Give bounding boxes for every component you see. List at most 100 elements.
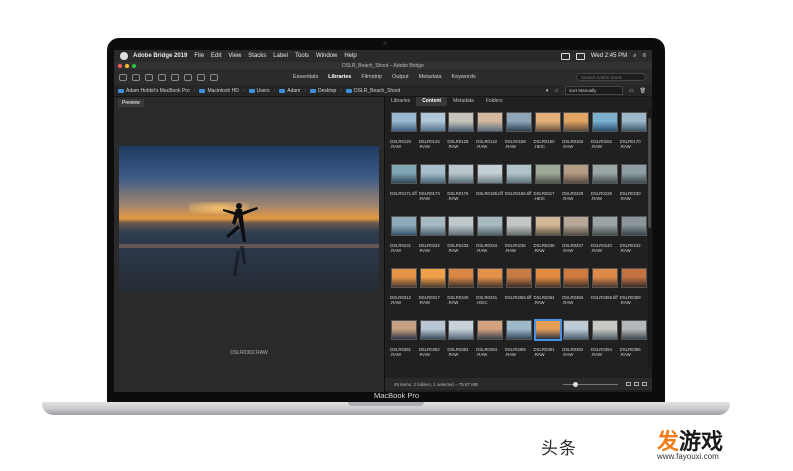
delete-icon[interactable]: 🗑	[640, 88, 646, 94]
apple-logo-icon[interactable]	[120, 52, 128, 60]
spotlight-search-icon[interactable]: ⌕	[633, 53, 636, 60]
thumbnail-item[interactable]: DSLR0396 .RAW	[619, 318, 649, 368]
tab-libraries-panel[interactable]: Libraries	[385, 97, 416, 106]
sort-dropdown[interactable]: Sort Manually	[564, 86, 623, 95]
menu-tools[interactable]: Tools	[295, 53, 309, 59]
thumbnail-item[interactable]: DSLR0233 .RAW	[446, 214, 476, 264]
tab-folders-panel[interactable]: Folders	[480, 97, 509, 106]
thumbnail-item[interactable]: DSLR0176 .RAW	[446, 162, 476, 212]
control-menu-icon[interactable]: ≡	[642, 53, 646, 59]
thumbnail-item[interactable]: DSLR0170 .RAW	[619, 110, 649, 160]
tab-keywords[interactable]: Keywords	[447, 72, 481, 82]
menu-edit[interactable]: Edit	[211, 53, 221, 59]
thumbnail-item[interactable]: DSLR0162 .RAW	[590, 110, 620, 160]
thumbnail-item[interactable]: DSLR0234 .RAW	[475, 214, 505, 264]
crumb-computer[interactable]: Adam Hobbit's MacBook Pro ›	[118, 88, 195, 94]
thumbnail-item[interactable]: DSLR0158 .RAW	[504, 110, 534, 160]
close-window-icon[interactable]	[118, 63, 122, 68]
back-icon[interactable]	[119, 73, 127, 81]
slider-knob[interactable]	[573, 381, 578, 387]
thumbnail-item[interactable]: DSLR0389 .RAW	[504, 318, 534, 368]
thumbnail-item[interactable]: DSLR0312 .RAW	[389, 266, 419, 316]
thumbnail-item[interactable]: DSLR0356.tiff	[504, 266, 534, 316]
boomerang-icon[interactable]	[158, 73, 166, 81]
filter-icon[interactable]: ▾	[546, 88, 549, 94]
scrollbar-thumb[interactable]	[648, 118, 651, 228]
thumbnail-item[interactable]: DSLR0317 .RAW	[418, 266, 448, 316]
menu-label[interactable]: Label	[273, 53, 288, 59]
thumbnail-size-slider[interactable]	[563, 381, 618, 387]
thumbnail-item[interactable]: DSLR0165 .RAW	[561, 110, 591, 160]
thumbnail-item[interactable]: DSLR0235 .RAW	[504, 214, 534, 264]
recent-folders-icon[interactable]	[145, 73, 153, 81]
thumbnail-item[interactable]: DSLR0391 .RAW	[533, 318, 563, 368]
tab-output[interactable]: Output	[387, 72, 414, 82]
details-view-icon[interactable]	[634, 382, 639, 386]
tab-filmstrip[interactable]: Filmstrip	[356, 72, 387, 82]
thumbnail-item[interactable]: DSLR0186.tiff	[504, 162, 534, 212]
menu-file[interactable]: File	[194, 53, 204, 59]
thumbnail-item[interactable]: DSLR0384 .RAW	[475, 318, 505, 368]
thumbnail-item[interactable]: DSLR0368.tiff	[590, 266, 620, 316]
thumbnail-item[interactable]: DSLR0341 .HEIC	[475, 266, 505, 316]
tab-libraries[interactable]: Libraries	[323, 72, 356, 82]
thumbnail-item[interactable]: DSLR0392 .RAW	[561, 318, 591, 368]
menubar-clock[interactable]: Wed 2:45 PM	[591, 53, 627, 59]
content-scrollbar[interactable]	[648, 108, 651, 366]
thumbnail-item[interactable]: DSLR0340 .RAW	[446, 266, 476, 316]
menu-window[interactable]: Window	[316, 53, 337, 59]
crumb-macintosh-hd[interactable]: Macintosh HD ›	[199, 88, 245, 94]
output-icon[interactable]	[210, 73, 218, 81]
thumbnail-item[interactable]: DSLR0369 .RAW	[619, 266, 649, 316]
crumb-dslr-beach-shoot[interactable]: DSLR_Beach_Shoot	[346, 88, 400, 94]
thumbnail-item[interactable]: DSLR0228 .RAW	[561, 162, 591, 212]
thumbnail-item[interactable]: DSLR0173 .RAW	[418, 162, 448, 212]
thumbnail-item[interactable]: DSLR0232 .RAW	[418, 214, 448, 264]
thumbnail-item[interactable]: DSLR0120 .RAW	[389, 110, 419, 160]
thumbnail-item[interactable]: DSLR0237 .RAW	[561, 214, 591, 264]
tab-metadata-panel[interactable]: Metadata	[447, 97, 480, 106]
get-photos-icon[interactable]	[171, 73, 179, 81]
menu-help[interactable]: Help	[344, 53, 356, 59]
list-view-icon[interactable]	[642, 382, 647, 386]
thumbnail-item[interactable]: DSLR0171.tiff	[389, 162, 419, 212]
thumbnail-item[interactable]: DSLR0129 .RAW	[446, 110, 476, 160]
thumbnail-item[interactable]: DSLR0383 .RAW	[446, 318, 476, 368]
thumbnail-item[interactable]: DSLR0230 .RAW	[619, 162, 649, 212]
thumbnail-item[interactable]: DSLR0364 .RAW	[533, 266, 563, 316]
crumb-adam[interactable]: Adam ›	[279, 88, 306, 94]
crumb-users[interactable]: Users ›	[248, 88, 275, 94]
thumbnail-item[interactable]: DSLR0229 .RAW	[590, 162, 620, 212]
preview-tab[interactable]: Preview	[118, 99, 144, 107]
search-input[interactable]: Search Adobe Stock	[576, 73, 646, 81]
refine-icon[interactable]	[184, 73, 192, 81]
thumbnail-item[interactable]: DSLR0217 .HEIC	[533, 162, 563, 212]
thumbnail-item[interactable]: DSLR0240 .RAW	[590, 214, 620, 264]
thumbnail-item[interactable]: DSLR0366 .RAW	[561, 266, 591, 316]
tab-essentials[interactable]: Essentials	[288, 72, 323, 82]
thumbnail-item[interactable]: DSLR0185.tiff	[475, 162, 505, 212]
menu-stacks[interactable]: Stacks	[248, 53, 266, 59]
thumbnail-item[interactable]: DSLR0126 .RAW	[418, 110, 448, 160]
thumbnail-item[interactable]: DSLR0381 .RAW	[389, 318, 419, 368]
grid-view-icon[interactable]	[626, 382, 631, 386]
minimize-window-icon[interactable]	[125, 63, 129, 68]
thumbnail-item[interactable]: DSLR0231 .RAW	[389, 214, 419, 264]
menu-app-name[interactable]: Adobe Bridge 2019	[133, 53, 187, 59]
thumbnail-item[interactable]: DSLR0236 .RAW	[533, 214, 563, 264]
thumbnail-item[interactable]: DSLR0142 .RAW	[475, 110, 505, 160]
thumbnail-item[interactable]: DSLR0382 .RAW	[418, 318, 448, 368]
open-in-camera-raw-icon[interactable]	[197, 73, 205, 81]
thumbnail-item[interactable]: DSLR0394 .RAW	[590, 318, 620, 368]
tab-metadata[interactable]: Metadata	[414, 72, 447, 82]
wifi-icon[interactable]	[560, 52, 570, 60]
menu-view[interactable]: View	[228, 53, 241, 59]
new-folder-icon[interactable]: ▭	[629, 88, 634, 94]
battery-icon[interactable]	[575, 52, 585, 60]
thumbnail-item[interactable]: DSLR0160 .HEIC	[533, 110, 563, 160]
thumbnail-item[interactable]: DSLR0242 .RAW	[619, 214, 649, 264]
forward-icon[interactable]	[132, 73, 140, 81]
rating-filter-icon[interactable]: ☆	[554, 88, 558, 94]
tab-content-panel[interactable]: Content	[416, 97, 448, 106]
zoom-window-icon[interactable]	[132, 63, 136, 68]
